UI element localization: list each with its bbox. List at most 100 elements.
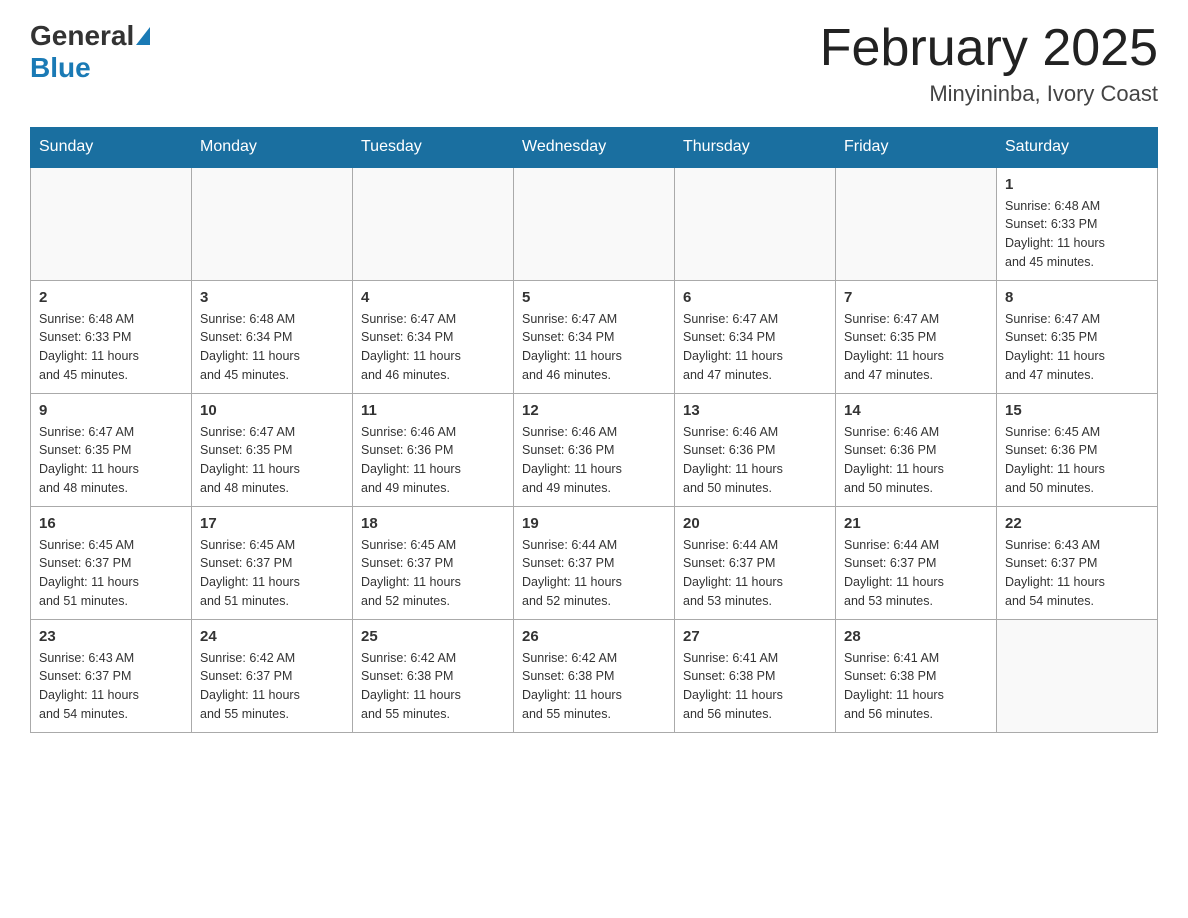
day-info: Sunrise: 6:45 AM Sunset: 6:37 PM Dayligh… [361, 536, 505, 611]
calendar-cell: 6Sunrise: 6:47 AM Sunset: 6:34 PM Daylig… [675, 280, 836, 393]
day-info: Sunrise: 6:44 AM Sunset: 6:37 PM Dayligh… [683, 536, 827, 611]
calendar-cell: 24 Sunrise: 6:42 AM Sunset: 6:37 PM Dayli… [192, 619, 353, 732]
calendar-week-2: 2Sunrise: 6:48 AM Sunset: 6:33 PM Daylig… [31, 280, 1158, 393]
day-number: 28 [844, 628, 988, 645]
day-info: Sunrise: 6:43 AM Sunset: 6:37 PM Dayligh… [39, 649, 183, 724]
calendar-week-1: 1 Sunrise: 6:48 AM Sunset: 6:33 PM Daylig… [31, 167, 1158, 280]
calendar-cell: 20Sunrise: 6:44 AM Sunset: 6:37 PM Dayli… [675, 506, 836, 619]
calendar-cell [514, 167, 675, 280]
logo-general-text: General [30, 20, 134, 52]
day-info: Sunrise: 6:46 AM Sunset: 6:36 PM Dayligh… [361, 423, 505, 498]
calendar-cell: 11 Sunrise: 6:46 AM Sunset: 6:36 PM Dayli… [353, 393, 514, 506]
calendar-cell: 1 Sunrise: 6:48 AM Sunset: 6:33 PM Daylig… [997, 167, 1158, 280]
calendar-cell: 14 Sunrise: 6:46 AM Sunset: 6:36 PM Dayli… [836, 393, 997, 506]
day-info: Sunrise: 6:48 AM Sunset: 6:34 PM Dayligh… [200, 310, 344, 385]
day-header-friday: Friday [836, 128, 997, 168]
calendar-cell [353, 167, 514, 280]
day-header-monday: Monday [192, 128, 353, 168]
day-info: Sunrise: 6:46 AM Sunset: 6:36 PM Dayligh… [844, 423, 988, 498]
calendar-cell: 8 Sunrise: 6:47 AM Sunset: 6:35 PM Daylig… [997, 280, 1158, 393]
calendar-cell: 22 Sunrise: 6:43 AM Sunset: 6:37 PM Dayli… [997, 506, 1158, 619]
day-info: Sunrise: 6:47 AM Sunset: 6:34 PM Dayligh… [522, 310, 666, 385]
calendar-cell: 3 Sunrise: 6:48 AM Sunset: 6:34 PM Daylig… [192, 280, 353, 393]
day-info: Sunrise: 6:48 AM Sunset: 6:33 PM Dayligh… [1005, 197, 1149, 272]
day-number: 11 [361, 402, 505, 419]
calendar-cell: 25Sunrise: 6:42 AM Sunset: 6:38 PM Dayli… [353, 619, 514, 732]
logo-triangle-icon [136, 27, 150, 45]
day-info: Sunrise: 6:41 AM Sunset: 6:38 PM Dayligh… [683, 649, 827, 724]
day-number: 23 [39, 628, 183, 645]
day-headers-row: SundayMondayTuesdayWednesdayThursdayFrid… [31, 128, 1158, 168]
day-number: 14 [844, 402, 988, 419]
location-subtitle: Minyininba, Ivory Coast [820, 81, 1158, 107]
calendar-cell: 26 Sunrise: 6:42 AM Sunset: 6:38 PM Dayli… [514, 619, 675, 732]
title-section: February 2025 Minyininba, Ivory Coast [820, 20, 1158, 107]
page-header: General Blue February 2025 Minyininba, I… [30, 20, 1158, 107]
day-number: 5 [522, 289, 666, 306]
calendar-cell: 13Sunrise: 6:46 AM Sunset: 6:36 PM Dayli… [675, 393, 836, 506]
day-info: Sunrise: 6:47 AM Sunset: 6:35 PM Dayligh… [200, 423, 344, 498]
calendar-cell [31, 167, 192, 280]
day-info: Sunrise: 6:47 AM Sunset: 6:34 PM Dayligh… [361, 310, 505, 385]
month-title: February 2025 [820, 20, 1158, 77]
calendar-week-5: 23 Sunrise: 6:43 AM Sunset: 6:37 PM Dayli… [31, 619, 1158, 732]
calendar-cell [192, 167, 353, 280]
day-number: 26 [522, 628, 666, 645]
day-info: Sunrise: 6:43 AM Sunset: 6:37 PM Dayligh… [1005, 536, 1149, 611]
day-header-wednesday: Wednesday [514, 128, 675, 168]
day-info: Sunrise: 6:48 AM Sunset: 6:33 PM Dayligh… [39, 310, 183, 385]
calendar-cell: 16Sunrise: 6:45 AM Sunset: 6:37 PM Dayli… [31, 506, 192, 619]
day-number: 8 [1005, 289, 1149, 306]
calendar-cell: 10Sunrise: 6:47 AM Sunset: 6:35 PM Dayli… [192, 393, 353, 506]
logo: General Blue [30, 20, 152, 84]
calendar-cell: 2Sunrise: 6:48 AM Sunset: 6:33 PM Daylig… [31, 280, 192, 393]
day-number: 27 [683, 628, 827, 645]
day-info: Sunrise: 6:47 AM Sunset: 6:35 PM Dayligh… [844, 310, 988, 385]
day-info: Sunrise: 6:45 AM Sunset: 6:36 PM Dayligh… [1005, 423, 1149, 498]
day-number: 24 [200, 628, 344, 645]
calendar-cell: 28 Sunrise: 6:41 AM Sunset: 6:38 PM Dayli… [836, 619, 997, 732]
day-info: Sunrise: 6:42 AM Sunset: 6:38 PM Dayligh… [522, 649, 666, 724]
day-number: 21 [844, 515, 988, 532]
day-number: 18 [361, 515, 505, 532]
day-number: 7 [844, 289, 988, 306]
day-number: 16 [39, 515, 183, 532]
day-header-thursday: Thursday [675, 128, 836, 168]
calendar-cell: 9 Sunrise: 6:47 AM Sunset: 6:35 PM Daylig… [31, 393, 192, 506]
day-info: Sunrise: 6:42 AM Sunset: 6:37 PM Dayligh… [200, 649, 344, 724]
day-number: 3 [200, 289, 344, 306]
day-number: 22 [1005, 515, 1149, 532]
logo-blue-text: Blue [30, 52, 91, 83]
calendar-cell: 15 Sunrise: 6:45 AM Sunset: 6:36 PM Dayli… [997, 393, 1158, 506]
calendar-cell: 4Sunrise: 6:47 AM Sunset: 6:34 PM Daylig… [353, 280, 514, 393]
day-info: Sunrise: 6:45 AM Sunset: 6:37 PM Dayligh… [200, 536, 344, 611]
day-number: 15 [1005, 402, 1149, 419]
calendar-cell: 17 Sunrise: 6:45 AM Sunset: 6:37 PM Dayli… [192, 506, 353, 619]
day-info: Sunrise: 6:47 AM Sunset: 6:35 PM Dayligh… [1005, 310, 1149, 385]
day-number: 6 [683, 289, 827, 306]
calendar-cell: 12Sunrise: 6:46 AM Sunset: 6:36 PM Dayli… [514, 393, 675, 506]
day-info: Sunrise: 6:44 AM Sunset: 6:37 PM Dayligh… [844, 536, 988, 611]
calendar-table: SundayMondayTuesdayWednesdayThursdayFrid… [30, 127, 1158, 733]
calendar-cell [997, 619, 1158, 732]
calendar-cell: 27 Sunrise: 6:41 AM Sunset: 6:38 PM Dayli… [675, 619, 836, 732]
calendar-cell: 7 Sunrise: 6:47 AM Sunset: 6:35 PM Daylig… [836, 280, 997, 393]
calendar-cell: 18 Sunrise: 6:45 AM Sunset: 6:37 PM Dayli… [353, 506, 514, 619]
day-header-sunday: Sunday [31, 128, 192, 168]
calendar-week-4: 16 Sunrise: 6:45 AM Sunset: 6:37 PM Dayli… [31, 506, 1158, 619]
calendar-cell: 5 Sunrise: 6:47 AM Sunset: 6:34 PM Daylig… [514, 280, 675, 393]
calendar-cell: 23 Sunrise: 6:43 AM Sunset: 6:37 PM Dayli… [31, 619, 192, 732]
day-number: 19 [522, 515, 666, 532]
day-number: 9 [39, 402, 183, 419]
calendar-cell [675, 167, 836, 280]
day-info: Sunrise: 6:46 AM Sunset: 6:36 PM Dayligh… [683, 423, 827, 498]
day-info: Sunrise: 6:47 AM Sunset: 6:35 PM Dayligh… [39, 423, 183, 498]
calendar-week-3: 9 Sunrise: 6:47 AM Sunset: 6:35 PM Daylig… [31, 393, 1158, 506]
day-info: Sunrise: 6:41 AM Sunset: 6:38 PM Dayligh… [844, 649, 988, 724]
day-info: Sunrise: 6:42 AM Sunset: 6:38 PM Dayligh… [361, 649, 505, 724]
day-header-saturday: Saturday [997, 128, 1158, 168]
calendar-cell: 19Sunrise: 6:44 AM Sunset: 6:37 PM Dayli… [514, 506, 675, 619]
day-number: 1 [1005, 176, 1149, 193]
day-number: 17 [200, 515, 344, 532]
calendar-cell [836, 167, 997, 280]
